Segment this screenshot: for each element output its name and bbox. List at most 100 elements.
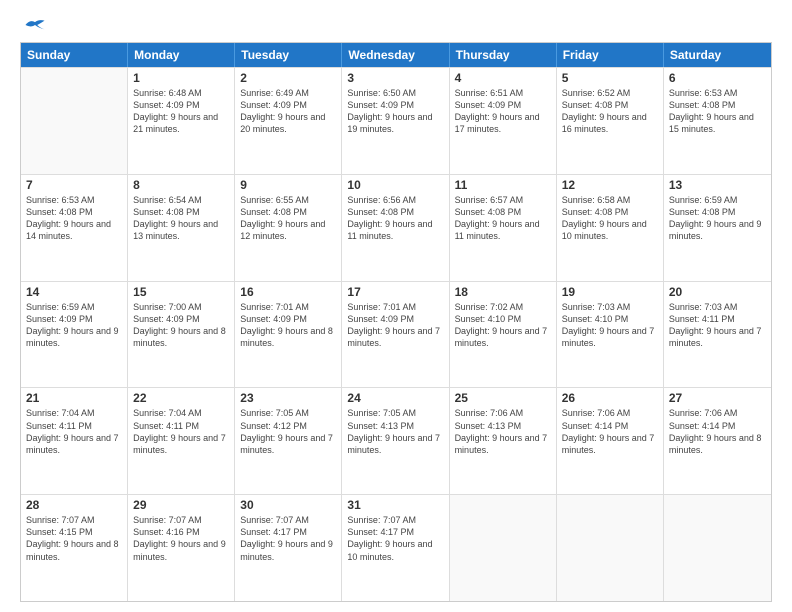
cal-header-saturday: Saturday [664, 43, 771, 67]
page: SundayMondayTuesdayWednesdayThursdayFrid… [0, 0, 792, 612]
cal-cell [21, 68, 128, 174]
cal-cell: 30 Sunrise: 7:07 AM Sunset: 4:17 PM Dayli… [235, 495, 342, 601]
cal-cell: 21 Sunrise: 7:04 AM Sunset: 4:11 PM Dayli… [21, 388, 128, 494]
calendar-header-row: SundayMondayTuesdayWednesdayThursdayFrid… [21, 43, 771, 67]
day-info: Sunrise: 7:05 AM Sunset: 4:12 PM Dayligh… [240, 407, 336, 456]
day-number: 11 [455, 178, 551, 192]
cal-cell: 22 Sunrise: 7:04 AM Sunset: 4:11 PM Dayli… [128, 388, 235, 494]
day-info: Sunrise: 6:50 AM Sunset: 4:09 PM Dayligh… [347, 87, 443, 136]
header [20, 16, 772, 34]
day-info: Sunrise: 6:52 AM Sunset: 4:08 PM Dayligh… [562, 87, 658, 136]
cal-cell: 11 Sunrise: 6:57 AM Sunset: 4:08 PM Dayli… [450, 175, 557, 281]
cal-cell: 19 Sunrise: 7:03 AM Sunset: 4:10 PM Dayli… [557, 282, 664, 388]
logo [20, 16, 48, 34]
day-info: Sunrise: 7:00 AM Sunset: 4:09 PM Dayligh… [133, 301, 229, 350]
cal-cell: 3 Sunrise: 6:50 AM Sunset: 4:09 PM Daylig… [342, 68, 449, 174]
day-number: 15 [133, 285, 229, 299]
day-number: 9 [240, 178, 336, 192]
day-number: 19 [562, 285, 658, 299]
cal-header-thursday: Thursday [450, 43, 557, 67]
day-number: 6 [669, 71, 766, 85]
cal-cell: 8Sunrise: 6:54 AM Sunset: 4:08 PM Daylig… [128, 175, 235, 281]
day-number: 4 [455, 71, 551, 85]
cal-week-row-2: 14 Sunrise: 6:59 AM Sunset: 4:09 PM Dayli… [21, 281, 771, 388]
day-number: 24 [347, 391, 443, 405]
cal-cell: 24 Sunrise: 7:05 AM Sunset: 4:13 PM Dayli… [342, 388, 449, 494]
day-info: Sunrise: 6:53 AM Sunset: 4:08 PM Dayligh… [669, 87, 766, 136]
day-number: 31 [347, 498, 443, 512]
cal-cell: 5 Sunrise: 6:52 AM Sunset: 4:08 PM Daylig… [557, 68, 664, 174]
day-info: Sunrise: 7:07 AM Sunset: 4:15 PM Dayligh… [26, 514, 122, 563]
day-number: 16 [240, 285, 336, 299]
cal-week-row-3: 21 Sunrise: 7:04 AM Sunset: 4:11 PM Dayli… [21, 387, 771, 494]
day-number: 27 [669, 391, 766, 405]
day-number: 10 [347, 178, 443, 192]
day-info: Sunrise: 7:06 AM Sunset: 4:14 PM Dayligh… [669, 407, 766, 456]
cal-header-wednesday: Wednesday [342, 43, 449, 67]
cal-cell: 1 Sunrise: 6:48 AM Sunset: 4:09 PM Daylig… [128, 68, 235, 174]
day-number: 22 [133, 391, 229, 405]
day-number: 21 [26, 391, 122, 405]
day-info: Sunrise: 7:02 AM Sunset: 4:10 PM Dayligh… [455, 301, 551, 350]
cal-cell: 9Sunrise: 6:55 AM Sunset: 4:08 PM Daylig… [235, 175, 342, 281]
day-number: 25 [455, 391, 551, 405]
day-info: Sunrise: 6:59 AM Sunset: 4:08 PM Dayligh… [669, 194, 766, 243]
cal-cell: 20 Sunrise: 7:03 AM Sunset: 4:11 PM Dayli… [664, 282, 771, 388]
cal-cell [557, 495, 664, 601]
cal-cell: 4Sunrise: 6:51 AM Sunset: 4:09 PM Daylig… [450, 68, 557, 174]
day-info: Sunrise: 7:07 AM Sunset: 4:16 PM Dayligh… [133, 514, 229, 563]
day-info: Sunrise: 6:53 AM Sunset: 4:08 PM Dayligh… [26, 194, 122, 243]
day-info: Sunrise: 7:07 AM Sunset: 4:17 PM Dayligh… [240, 514, 336, 563]
day-number: 12 [562, 178, 658, 192]
cal-cell: 15 Sunrise: 7:00 AM Sunset: 4:09 PM Dayli… [128, 282, 235, 388]
cal-cell: 2 Sunrise: 6:49 AM Sunset: 4:09 PM Daylig… [235, 68, 342, 174]
day-number: 20 [669, 285, 766, 299]
day-number: 2 [240, 71, 336, 85]
day-info: Sunrise: 6:49 AM Sunset: 4:09 PM Dayligh… [240, 87, 336, 136]
day-info: Sunrise: 7:04 AM Sunset: 4:11 PM Dayligh… [26, 407, 122, 456]
day-number: 13 [669, 178, 766, 192]
day-info: Sunrise: 7:03 AM Sunset: 4:11 PM Dayligh… [669, 301, 766, 350]
cal-header-monday: Monday [128, 43, 235, 67]
day-number: 28 [26, 498, 122, 512]
cal-cell: 28 Sunrise: 7:07 AM Sunset: 4:15 PM Dayli… [21, 495, 128, 601]
cal-week-row-4: 28 Sunrise: 7:07 AM Sunset: 4:15 PM Dayli… [21, 494, 771, 601]
cal-cell: 29 Sunrise: 7:07 AM Sunset: 4:16 PM Dayli… [128, 495, 235, 601]
day-info: Sunrise: 6:48 AM Sunset: 4:09 PM Dayligh… [133, 87, 229, 136]
cal-cell: 17Sunrise: 7:01 AM Sunset: 4:09 PM Dayli… [342, 282, 449, 388]
day-number: 30 [240, 498, 336, 512]
day-number: 5 [562, 71, 658, 85]
cal-cell: 7Sunrise: 6:53 AM Sunset: 4:08 PM Daylig… [21, 175, 128, 281]
cal-week-row-0: 1 Sunrise: 6:48 AM Sunset: 4:09 PM Daylig… [21, 67, 771, 174]
day-info: Sunrise: 7:06 AM Sunset: 4:13 PM Dayligh… [455, 407, 551, 456]
day-info: Sunrise: 7:06 AM Sunset: 4:14 PM Dayligh… [562, 407, 658, 456]
day-number: 18 [455, 285, 551, 299]
cal-cell: 13 Sunrise: 6:59 AM Sunset: 4:08 PM Dayli… [664, 175, 771, 281]
cal-cell: 14 Sunrise: 6:59 AM Sunset: 4:09 PM Dayli… [21, 282, 128, 388]
cal-cell: 23 Sunrise: 7:05 AM Sunset: 4:12 PM Dayli… [235, 388, 342, 494]
calendar: SundayMondayTuesdayWednesdayThursdayFrid… [20, 42, 772, 602]
cal-cell [664, 495, 771, 601]
day-info: Sunrise: 6:58 AM Sunset: 4:08 PM Dayligh… [562, 194, 658, 243]
day-number: 1 [133, 71, 229, 85]
day-number: 29 [133, 498, 229, 512]
day-info: Sunrise: 6:54 AM Sunset: 4:08 PM Dayligh… [133, 194, 229, 243]
day-number: 3 [347, 71, 443, 85]
day-info: Sunrise: 7:05 AM Sunset: 4:13 PM Dayligh… [347, 407, 443, 456]
cal-cell: 18 Sunrise: 7:02 AM Sunset: 4:10 PM Dayli… [450, 282, 557, 388]
cal-week-row-1: 7Sunrise: 6:53 AM Sunset: 4:08 PM Daylig… [21, 174, 771, 281]
cal-cell: 6 Sunrise: 6:53 AM Sunset: 4:08 PM Daylig… [664, 68, 771, 174]
cal-cell: 12 Sunrise: 6:58 AM Sunset: 4:08 PM Dayli… [557, 175, 664, 281]
day-info: Sunrise: 7:03 AM Sunset: 4:10 PM Dayligh… [562, 301, 658, 350]
day-number: 14 [26, 285, 122, 299]
day-info: Sunrise: 6:57 AM Sunset: 4:08 PM Dayligh… [455, 194, 551, 243]
cal-cell: 10Sunrise: 6:56 AM Sunset: 4:08 PM Dayli… [342, 175, 449, 281]
day-info: Sunrise: 7:04 AM Sunset: 4:11 PM Dayligh… [133, 407, 229, 456]
day-number: 17 [347, 285, 443, 299]
day-info: Sunrise: 6:59 AM Sunset: 4:09 PM Dayligh… [26, 301, 122, 350]
logo-bird-icon [24, 16, 46, 34]
day-number: 23 [240, 391, 336, 405]
cal-header-friday: Friday [557, 43, 664, 67]
cal-cell: 26Sunrise: 7:06 AM Sunset: 4:14 PM Dayli… [557, 388, 664, 494]
cal-cell [450, 495, 557, 601]
